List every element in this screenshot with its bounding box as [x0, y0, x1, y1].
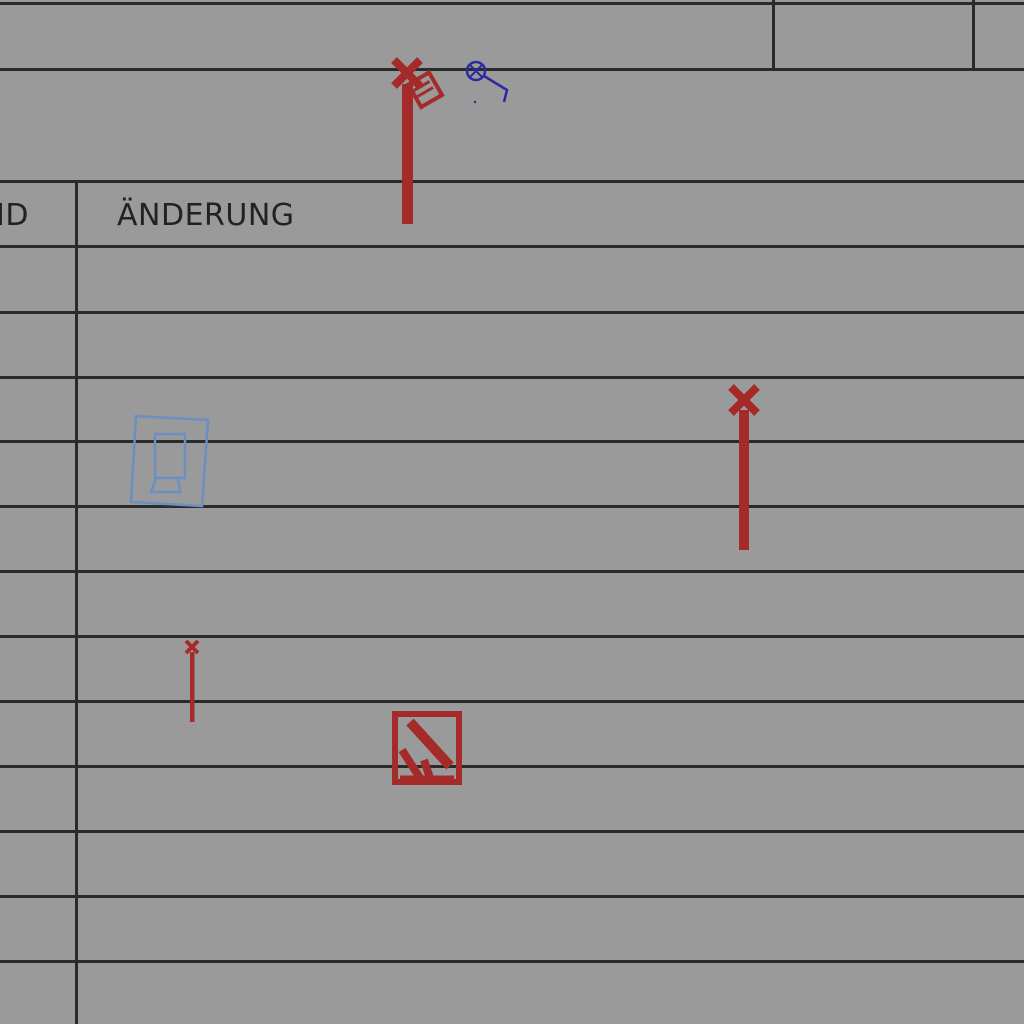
close-marker-medium[interactable] [726, 382, 762, 552]
table-row [0, 765, 1024, 768]
search-marker-icon[interactable] [462, 56, 514, 108]
header-bottom-border [0, 245, 1024, 248]
title-block-divider [772, 0, 775, 70]
hatched-square-icon[interactable] [390, 708, 466, 788]
table-row [0, 830, 1024, 833]
id-column-header: ID [0, 198, 29, 233]
table-top-border [0, 180, 1024, 183]
table-row [0, 700, 1024, 703]
table-row [0, 895, 1024, 898]
close-icon [184, 639, 200, 655]
marker-stem [190, 652, 195, 722]
title-block-top-border [0, 2, 1024, 5]
close-icon [728, 384, 760, 416]
edit-marker-icon[interactable] [404, 64, 450, 118]
close-marker-small[interactable] [183, 638, 201, 724]
portrait-frame-icon[interactable] [128, 412, 212, 510]
change-column-header: ÄNDERUNG [117, 198, 295, 233]
table-row [0, 960, 1024, 963]
table-row [0, 376, 1024, 379]
table-row [0, 635, 1024, 638]
title-block-divider [972, 0, 975, 70]
marker-stem [739, 410, 749, 550]
table-row [0, 311, 1024, 314]
table-row [0, 570, 1024, 573]
